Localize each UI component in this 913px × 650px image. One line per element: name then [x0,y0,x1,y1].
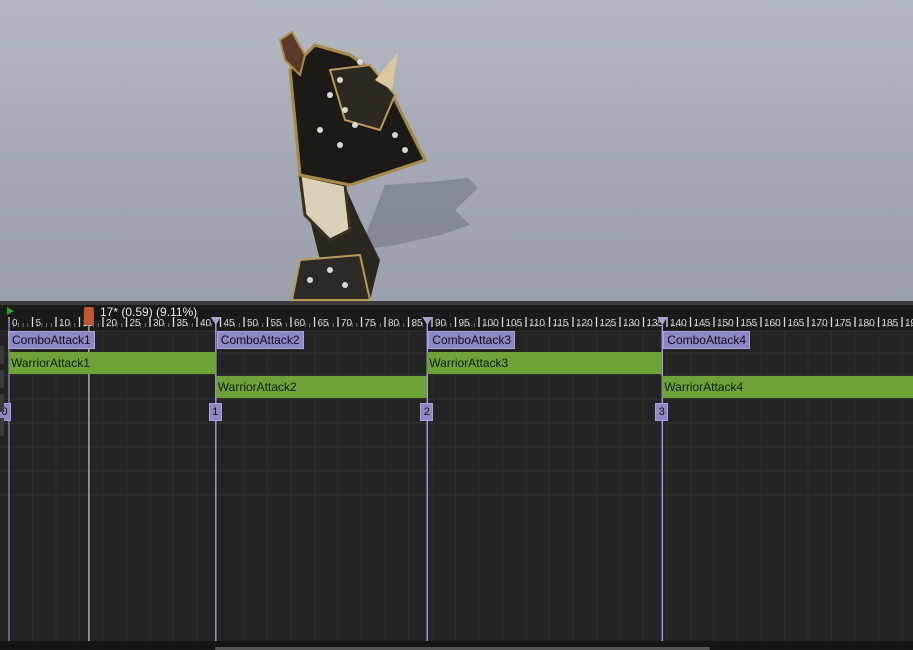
ruler-label: 170 [811,318,828,329]
ruler-label: 185 [882,318,899,329]
notify-comboattack1[interactable]: ComboAttack1 [8,331,95,349]
ruler-label: 70 [341,318,353,329]
ruler-label: 35 [177,318,189,329]
section-index-3[interactable]: 3 [655,403,669,421]
track-handle[interactable] [0,370,4,388]
ruler-label: 165 [788,318,805,329]
ruler-label: 5 [36,318,42,329]
ruler-label: 130 [623,318,640,329]
section-index-1[interactable]: 1 [208,403,222,421]
ruler-label: 55 [271,318,283,329]
ruler-label: 115 [553,318,569,329]
montage-section-warriorattack3[interactable]: WarriorAttack3 [427,352,663,374]
montage-section-warriorattack1[interactable]: WarriorAttack1 [9,352,216,374]
ruler-label: 85 [412,318,424,329]
notify-comboattack3[interactable]: ComboAttack3 [428,331,515,349]
ruler-label: 30 [153,318,165,329]
frame-readout: 17* (0.59) (9.11%) [100,305,198,319]
ruler-label: 180 [858,318,875,329]
ruler-label: 100 [482,318,499,329]
ruler-label: 65 [318,318,330,329]
track-handle[interactable] [0,418,4,436]
ruler-label: 95 [459,318,471,329]
montage-timeline[interactable]: 0510152025303540455055606570758085909510… [0,305,913,641]
track-handle[interactable] [0,346,4,364]
ruler-label: 120 [576,318,593,329]
ruler-label: 45 [224,318,236,329]
ruler-label: 50 [247,318,259,329]
notify-comboattack4[interactable]: ComboAttack4 [663,331,750,349]
ruler-label: 140 [670,318,687,329]
ruler-label: 145 [694,318,711,329]
ruler-label: 40 [200,318,212,329]
ruler-label: 125 [600,318,617,329]
playhead-handle[interactable] [83,307,94,325]
montage-section-warriorattack2[interactable]: WarriorAttack2 [215,376,428,398]
ruler-label: 75 [365,318,377,329]
notify-comboattack2[interactable]: ComboAttack2 [216,331,304,349]
ruler-label: 20 [106,318,118,329]
ruler-label: 150 [717,318,734,329]
ruler-label: 60 [294,318,306,329]
ruler-label: 10 [59,318,71,329]
ruler-label: 25 [130,318,142,329]
ruler-label: 0 [12,318,18,329]
ruler-label: 175 [835,318,852,329]
track-handle[interactable] [0,394,4,412]
track-handles[interactable] [0,340,4,500]
ruler-label: 160 [764,318,781,329]
character-preview [278,30,478,301]
ruler-label: 80 [388,318,400,329]
ruler-label: 19 [905,318,913,329]
ruler-label: 105 [506,318,523,329]
montage-section-warriorattack4[interactable]: WarriorAttack4 [662,376,913,398]
ruler-label: 90 [435,318,447,329]
section-index-2[interactable]: 2 [420,403,434,421]
ruler-label: 110 [529,318,545,329]
animation-viewport[interactable] [0,0,913,301]
ruler-label: 155 [741,318,758,329]
